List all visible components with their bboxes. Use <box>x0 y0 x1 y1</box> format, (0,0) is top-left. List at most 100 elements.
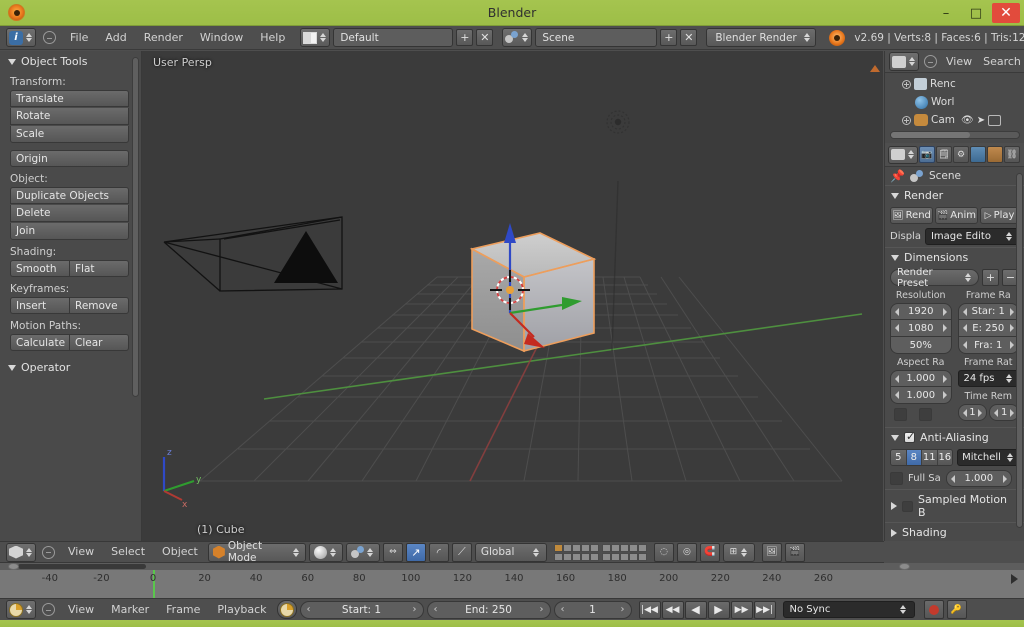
tab-world[interactable] <box>970 146 986 163</box>
motion-blur-checkbox[interactable] <box>902 500 913 512</box>
outliner-scrollbar-horizontal[interactable] <box>890 131 1020 139</box>
resolution-y-field[interactable]: 1080 <box>890 320 952 337</box>
render-panel-header[interactable]: Render <box>885 185 1024 205</box>
render-engine-selector[interactable]: Blender Render <box>706 28 817 47</box>
toolshelf-scrollbar[interactable] <box>132 57 139 397</box>
outliner-row-world[interactable]: Worl <box>889 93 1020 111</box>
tab-constraints[interactable]: ⛓ <box>1004 146 1020 163</box>
proportional-edit-button[interactable]: ◌ <box>653 542 674 562</box>
sync-mode-selector[interactable]: No Sync <box>782 601 915 618</box>
crop-render-checkbox[interactable] <box>919 408 932 421</box>
antialiasing-filter-selector[interactable]: Mitchell <box>957 449 1019 466</box>
interaction-mode-selector[interactable]: Object Mode <box>207 540 306 564</box>
time-remap-new-field[interactable]: 1 <box>989 404 1019 421</box>
visibility-eye-icon[interactable]: 👁 <box>961 115 974 126</box>
screen-layout-selector[interactable] <box>300 28 331 47</box>
maximize-button[interactable]: □ <box>962 3 990 23</box>
viewport-menu-select[interactable]: Select <box>104 541 152 563</box>
tab-render[interactable]: 📷 <box>919 146 935 163</box>
collapse-menu-icon[interactable] <box>924 55 937 68</box>
step-forward-button[interactable]: ▶▶ <box>730 600 753 619</box>
use-audio-button[interactable] <box>276 600 297 619</box>
timeline-scroll-right-cap[interactable] <box>899 563 910 570</box>
render-preset-selector[interactable]: Render Preset <box>890 267 979 289</box>
frame-rate-selector[interactable]: 24 fps <box>957 370 1019 387</box>
snap-element-selector[interactable]: ⊞ <box>722 542 755 562</box>
auto-keying-options-button[interactable]: 🔑 <box>946 600 967 619</box>
aa-sample-8[interactable]: 8 <box>906 450 923 465</box>
resolution-x-field[interactable]: 1920 <box>890 303 952 320</box>
manipulator-rotate-button[interactable]: ◜ <box>428 542 449 562</box>
scene-layers-grid-second[interactable] <box>601 543 647 561</box>
resolution-percentage-field[interactable]: 50% <box>890 337 952 354</box>
translate-button[interactable]: Translate <box>10 90 129 107</box>
add-scene-button[interactable]: + <box>660 29 678 46</box>
aa-sample-5[interactable]: 5 <box>891 450 907 465</box>
timeline-ruler[interactable]: -40 -20 0 20 40 60 80 100 120 140 160 180 200 220 240 2… <box>0 563 1024 598</box>
manipulator-translate-button[interactable]: ↗ <box>405 542 426 562</box>
collapse-menu-icon[interactable] <box>42 603 55 616</box>
render-opengl-animation-button[interactable]: 🎬 <box>784 542 805 562</box>
screen-layout-name[interactable]: Default <box>333 28 454 47</box>
shade-smooth-button[interactable]: Smooth <box>10 260 69 277</box>
selectable-cursor-icon[interactable]: ➤ <box>977 115 985 126</box>
outliner-row-renderlayers[interactable]: Renc <box>889 75 1020 93</box>
render-image-button[interactable]: 🖼 Rend <box>890 207 934 224</box>
menu-file[interactable]: File <box>63 27 95 49</box>
frame-step-field[interactable]: Fra: 1 <box>957 337 1019 354</box>
timeline-scroll-right-arrow-icon[interactable] <box>1011 574 1018 584</box>
menu-window[interactable]: Window <box>193 27 250 49</box>
editor-type-selector-outliner[interactable] <box>889 52 919 71</box>
play-button[interactable]: ▶ <box>707 600 730 619</box>
timeline-menu-playback[interactable]: Playback <box>210 599 273 621</box>
rotate-button[interactable]: Rotate <box>10 108 129 125</box>
timeline-menu-marker[interactable]: Marker <box>104 599 156 621</box>
menu-help[interactable]: Help <box>253 27 292 49</box>
tab-object[interactable] <box>987 146 1003 163</box>
expand-icon[interactable] <box>902 79 911 89</box>
viewport-menu-object[interactable]: Object <box>155 541 205 563</box>
editor-type-selector-3dview[interactable] <box>6 542 36 562</box>
origin-button[interactable]: Origin <box>10 150 129 167</box>
play-rendered-animation-button[interactable]: ▷ Play <box>980 207 1019 224</box>
jump-to-start-button[interactable]: |◀◀ <box>638 600 661 619</box>
timeline-scroll-thumb[interactable] <box>18 564 146 569</box>
duplicate-objects-button[interactable]: Duplicate Objects <box>10 187 129 204</box>
jump-to-end-button[interactable]: ▶▶| <box>753 600 776 619</box>
properties-scrollbar[interactable] <box>1016 173 1023 528</box>
viewport-shading-selector[interactable] <box>308 542 343 562</box>
timeline-scroll-left-cap[interactable] <box>8 563 19 570</box>
expand-icon[interactable] <box>902 115 911 125</box>
remove-keyframe-button[interactable]: Remove <box>69 297 129 314</box>
record-keyframe-button[interactable] <box>923 600 944 619</box>
aspect-y-field[interactable]: 1.000 <box>890 387 952 404</box>
add-screen-layout-button[interactable]: + <box>456 29 474 46</box>
dimensions-panel-header[interactable]: Dimensions <box>885 247 1024 267</box>
editor-type-selector-timeline[interactable] <box>6 600 36 619</box>
outliner-menu-view[interactable]: View <box>942 51 976 73</box>
border-render-checkbox[interactable] <box>894 408 907 421</box>
add-preset-button[interactable]: + <box>982 269 999 286</box>
operator-panel-header[interactable]: Operator <box>0 357 141 377</box>
timeline-scrollbar-horizontal[interactable] <box>0 563 1024 570</box>
outliner-menu-search[interactable]: Search <box>979 51 1024 73</box>
time-remap-old-field[interactable]: 1 <box>957 404 988 421</box>
scene-layers-grid[interactable] <box>553 543 599 561</box>
pivot-point-selector[interactable] <box>345 542 380 562</box>
render-animation-button[interactable]: 🎬 Anim <box>935 207 979 224</box>
transform-orientation-selector[interactable]: Global <box>474 542 547 562</box>
play-reverse-button[interactable]: ◀ <box>684 600 707 619</box>
scene-name-field[interactable]: Scene <box>535 28 658 47</box>
timeline-menu-frame[interactable]: Frame <box>159 599 207 621</box>
aa-sample-11[interactable]: 11 <box>922 450 938 465</box>
shade-flat-button[interactable]: Flat <box>69 260 129 277</box>
tab-render-layers[interactable]: 🗒 <box>936 146 952 163</box>
snap-toggle-button[interactable]: 🧲 <box>699 542 720 562</box>
viewport-menu-view[interactable]: View <box>61 541 101 563</box>
toolshelf-expand-arrow-icon[interactable] <box>870 65 880 72</box>
collapse-menu-icon[interactable] <box>42 545 55 559</box>
editor-type-selector-info[interactable]: i <box>6 28 36 47</box>
clear-paths-button[interactable]: Clear <box>69 334 129 351</box>
transform-manipulator-toggle[interactable]: ⇔ <box>382 542 403 562</box>
renderable-camera-icon[interactable] <box>988 114 1002 126</box>
